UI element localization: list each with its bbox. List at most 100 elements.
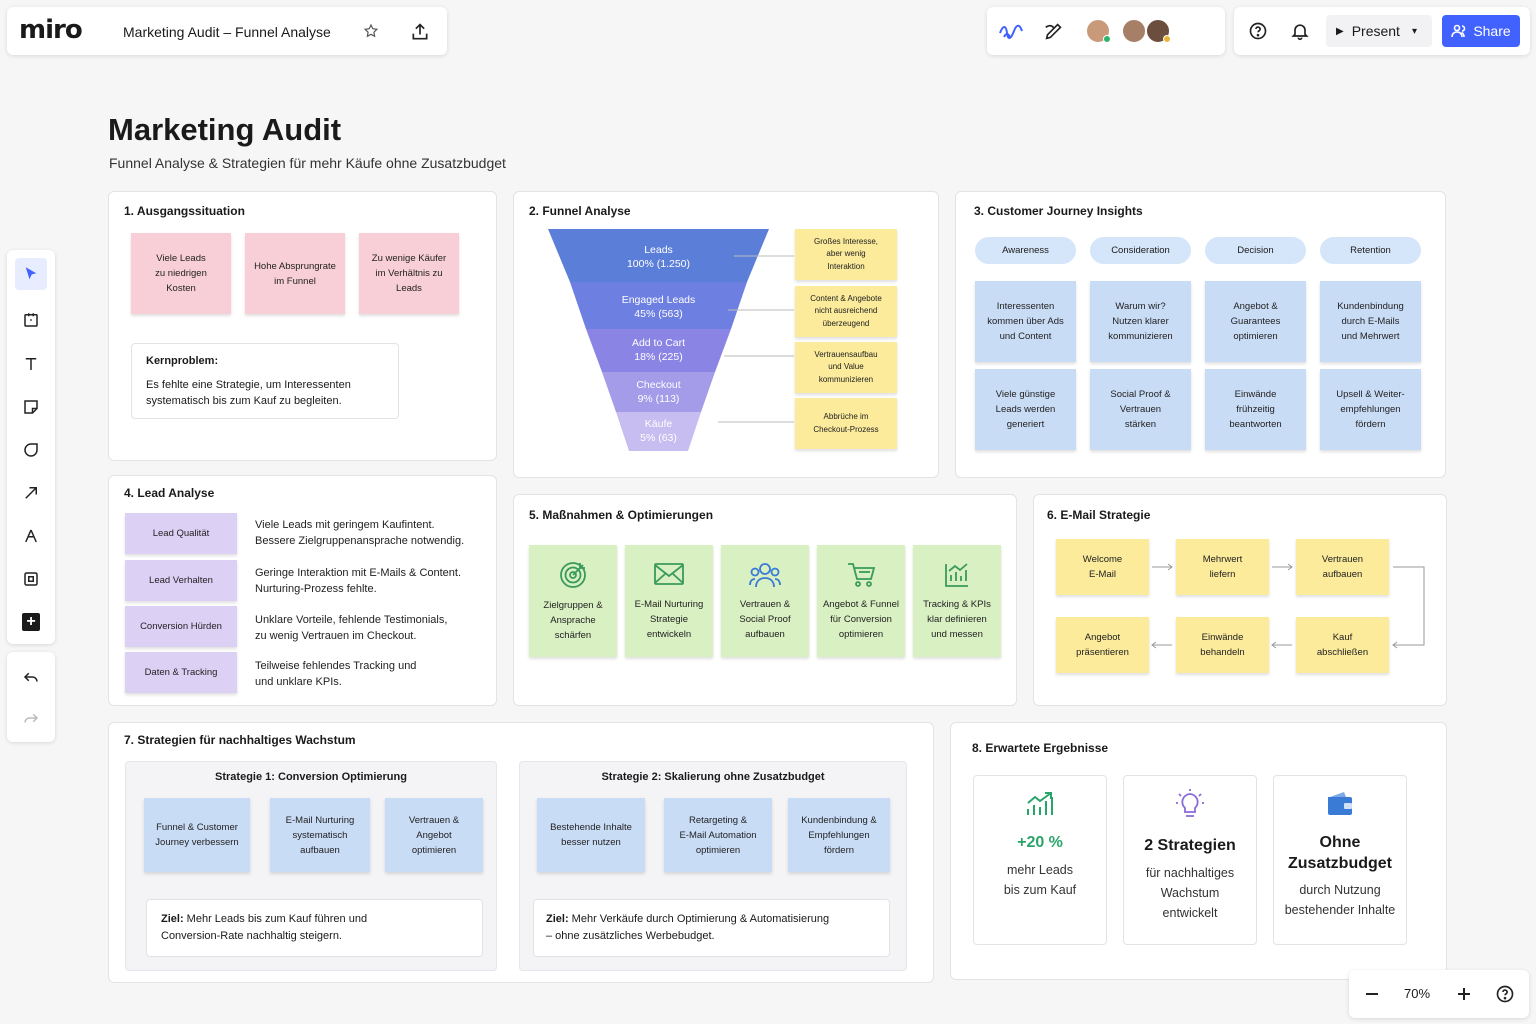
frame-icon xyxy=(24,313,38,327)
sticky-note[interactable]: Hohe Absprungrate im Funnel xyxy=(245,233,345,314)
connector-tool[interactable] xyxy=(15,477,47,509)
result-headline: 2 Strategien xyxy=(1144,837,1236,854)
present-button[interactable]: ▶ Present ▾ xyxy=(1326,15,1432,47)
problem-label: Kernproblem: xyxy=(146,355,219,367)
sticky-note[interactable]: Funnel & Customer Journey verbessern xyxy=(144,798,250,872)
lightbulb-icon xyxy=(1176,789,1204,817)
sticky-note[interactable]: Einwände frühzeitig beantworten xyxy=(1205,369,1306,450)
sticky-note[interactable]: Upsell & Weiter- empfehlungen fördern xyxy=(1320,369,1421,450)
reactions-icon[interactable] xyxy=(997,19,1025,43)
text-tool[interactable] xyxy=(15,348,47,380)
result-card[interactable]: 2 Strategien für nachhaltiges Wachstum e… xyxy=(1123,775,1257,945)
sticky-note[interactable]: Kundenbindung & Empfehlungen fördern xyxy=(788,798,890,872)
stage-name: Leads xyxy=(644,243,673,256)
note-text: Kundenbindung & Empfehlungen fördern xyxy=(801,814,877,856)
section-massnahmen[interactable]: 5. Maßnahmen & Optimierungen Zielgruppen… xyxy=(513,494,1017,706)
templates-tool[interactable] xyxy=(15,563,47,595)
sticky-note[interactable]: Großes Interesse, aber wenig Interaktion xyxy=(795,229,897,280)
section-customer-journey[interactable]: 3. Customer Journey Insights Awareness C… xyxy=(955,191,1446,478)
bell-icon[interactable] xyxy=(1288,19,1312,43)
lead-label[interactable]: Conversion Hürden xyxy=(125,606,237,647)
share-button[interactable]: Share xyxy=(1442,15,1520,47)
measure-note[interactable]: Zielgruppen & Ansprache schärfen xyxy=(529,545,617,657)
goal-card[interactable]: Ziel: Mehr Leads bis zum Kauf führen und… xyxy=(146,899,483,957)
phase-consideration[interactable]: Consideration xyxy=(1090,237,1191,264)
result-card[interactable]: Ohne Zusatzbudget durch Nutzung bestehen… xyxy=(1273,775,1407,945)
sticky-note[interactable]: Angebot & Guarantees optimieren xyxy=(1205,281,1306,362)
phase-awareness[interactable]: Awareness xyxy=(975,237,1076,264)
sticky-note[interactable]: Retargeting & E-Mail Automation optimier… xyxy=(664,798,772,872)
section-ergebnisse[interactable]: 8. Erwartete Ergebnisse +20 % mehr Leads… xyxy=(950,722,1447,980)
sticky-note[interactable]: Vertrauen & Angebot optimieren xyxy=(385,798,483,872)
note-text: Einwände frühzeitig beantworten xyxy=(1229,389,1282,430)
phase-retention[interactable]: Retention xyxy=(1320,237,1421,264)
measure-note[interactable]: Tracking & KPIs klar definieren und mess… xyxy=(913,545,1001,657)
sticky-note[interactable]: Content & Angebote nicht ausreichend übe… xyxy=(795,286,897,337)
section-funnel-analyse[interactable]: 2. Funnel Analyse Leads 100% (1.250) Enga… xyxy=(513,191,939,478)
measure-note[interactable]: E-Mail Nurturing Strategie entwickeln xyxy=(625,545,713,657)
avatar[interactable] xyxy=(1085,18,1111,44)
note-text: Vertrauen & Social Proof aufbauen xyxy=(739,598,791,640)
section-lead-analyse[interactable]: 4. Lead Analyse Lead Qualität Viele Lead… xyxy=(108,475,497,706)
lead-label[interactable]: Daten & Tracking xyxy=(125,652,237,693)
frame-tool[interactable] xyxy=(15,304,47,336)
sticky-note[interactable]: E-Mail Nurturing systematisch aufbauen xyxy=(270,798,370,872)
measure-note[interactable]: Angebot & Funnel für Conversion optimier… xyxy=(817,545,905,657)
stage-name: Checkout xyxy=(636,379,681,391)
redo-button[interactable] xyxy=(15,702,47,734)
help-icon[interactable] xyxy=(1246,19,1270,43)
sticky-note[interactable]: Vertrauensaufbau und Value kommunizieren xyxy=(795,342,897,393)
sticky-note[interactable]: Bestehende Inhalte besser nutzen xyxy=(537,798,645,872)
sticky-note[interactable]: Viele Leads zu niedrigen Kosten xyxy=(131,233,231,314)
pen-tool[interactable] xyxy=(15,520,47,552)
plus-icon xyxy=(1458,988,1470,1000)
plus-icon: + xyxy=(22,613,40,631)
miro-logo[interactable]: miro xyxy=(19,15,83,45)
note-text: Daten & Tracking xyxy=(144,667,218,678)
strategy-1-group[interactable]: Strategie 1: Conversion Optimierung Funn… xyxy=(125,761,497,971)
redo-icon xyxy=(24,713,39,723)
stage-value: 5% (63) xyxy=(640,432,677,444)
undo-button[interactable] xyxy=(15,661,47,693)
star-icon[interactable] xyxy=(361,21,381,41)
zoom-level[interactable]: 70% xyxy=(1399,986,1435,1001)
stage-name: Engaged Leads xyxy=(621,293,696,306)
sticky-note[interactable]: Warum wir? Nutzen klarer kommunizieren xyxy=(1090,281,1191,362)
sticky-note[interactable]: Abbrüche im Checkout-Prozess xyxy=(795,398,897,449)
sticky-note[interactable]: Viele günstige Leads werden generiert xyxy=(975,369,1076,450)
stage-value: 45% (563) xyxy=(634,307,683,320)
shape-tool[interactable] xyxy=(15,434,47,466)
minus-icon xyxy=(1366,993,1378,995)
lead-description: Unklare Vorteile, fehlende Testimonials,… xyxy=(255,614,448,642)
sticky-note[interactable]: Social Proof & Vertrauen stärken xyxy=(1090,369,1191,450)
help-icon[interactable] xyxy=(1493,982,1517,1006)
phase-decision[interactable]: Decision xyxy=(1205,237,1306,264)
chevron-down-icon: ▾ xyxy=(1411,25,1417,37)
lead-label[interactable]: Lead Qualität xyxy=(125,513,237,554)
section-email-strategie[interactable]: 6. E-Mail Strategie Welcome E-Mail Mehrw… xyxy=(1033,494,1447,706)
sticky-note[interactable]: Zu wenige Käufer im Verhältnis zu Leads xyxy=(359,233,459,314)
zoom-out-button[interactable] xyxy=(1359,982,1385,1006)
avatar[interactable] xyxy=(1121,18,1147,44)
sticky-note[interactable]: Kundenbindung durch E-Mails und Mehrwert xyxy=(1320,281,1421,362)
stage-name: Add to Cart xyxy=(631,337,686,349)
section-title: 2. Funnel Analyse xyxy=(529,204,631,218)
measure-note[interactable]: Vertrauen & Social Proof aufbauen xyxy=(721,545,809,657)
result-card[interactable]: +20 % mehr Leads bis zum Kauf xyxy=(973,775,1107,945)
section-ausgangssituation[interactable]: 1. Ausgangssituation Viele Leads zu nied… xyxy=(108,191,497,461)
zoom-in-button[interactable] xyxy=(1451,982,1477,1006)
export-icon[interactable] xyxy=(407,19,433,45)
strategy-2-group[interactable]: Strategie 2: Skalierung ohne Zusatzbudge… xyxy=(519,761,907,971)
board-title[interactable]: Marketing Audit – Funnel Analyse xyxy=(123,24,331,40)
section-wachstum[interactable]: 7. Strategien für nachhaltiges Wachstum … xyxy=(108,722,934,983)
sticky-note[interactable]: Interessenten kommen über Ads und Conten… xyxy=(975,281,1076,362)
sticky-note-tool[interactable] xyxy=(15,391,47,423)
online-indicator xyxy=(1103,35,1111,43)
pen-tool-icon[interactable] xyxy=(1041,19,1067,43)
more-tools-button[interactable]: + xyxy=(15,606,47,638)
avatar[interactable] xyxy=(1145,18,1171,44)
select-tool[interactable] xyxy=(15,258,47,290)
problem-card[interactable]: Kernproblem: Es fehlte eine Strategie, u… xyxy=(131,343,399,419)
goal-card[interactable]: Ziel: Mehr Verkäufe durch Optimierung & … xyxy=(533,899,890,957)
lead-label[interactable]: Lead Verhalten xyxy=(125,560,237,601)
